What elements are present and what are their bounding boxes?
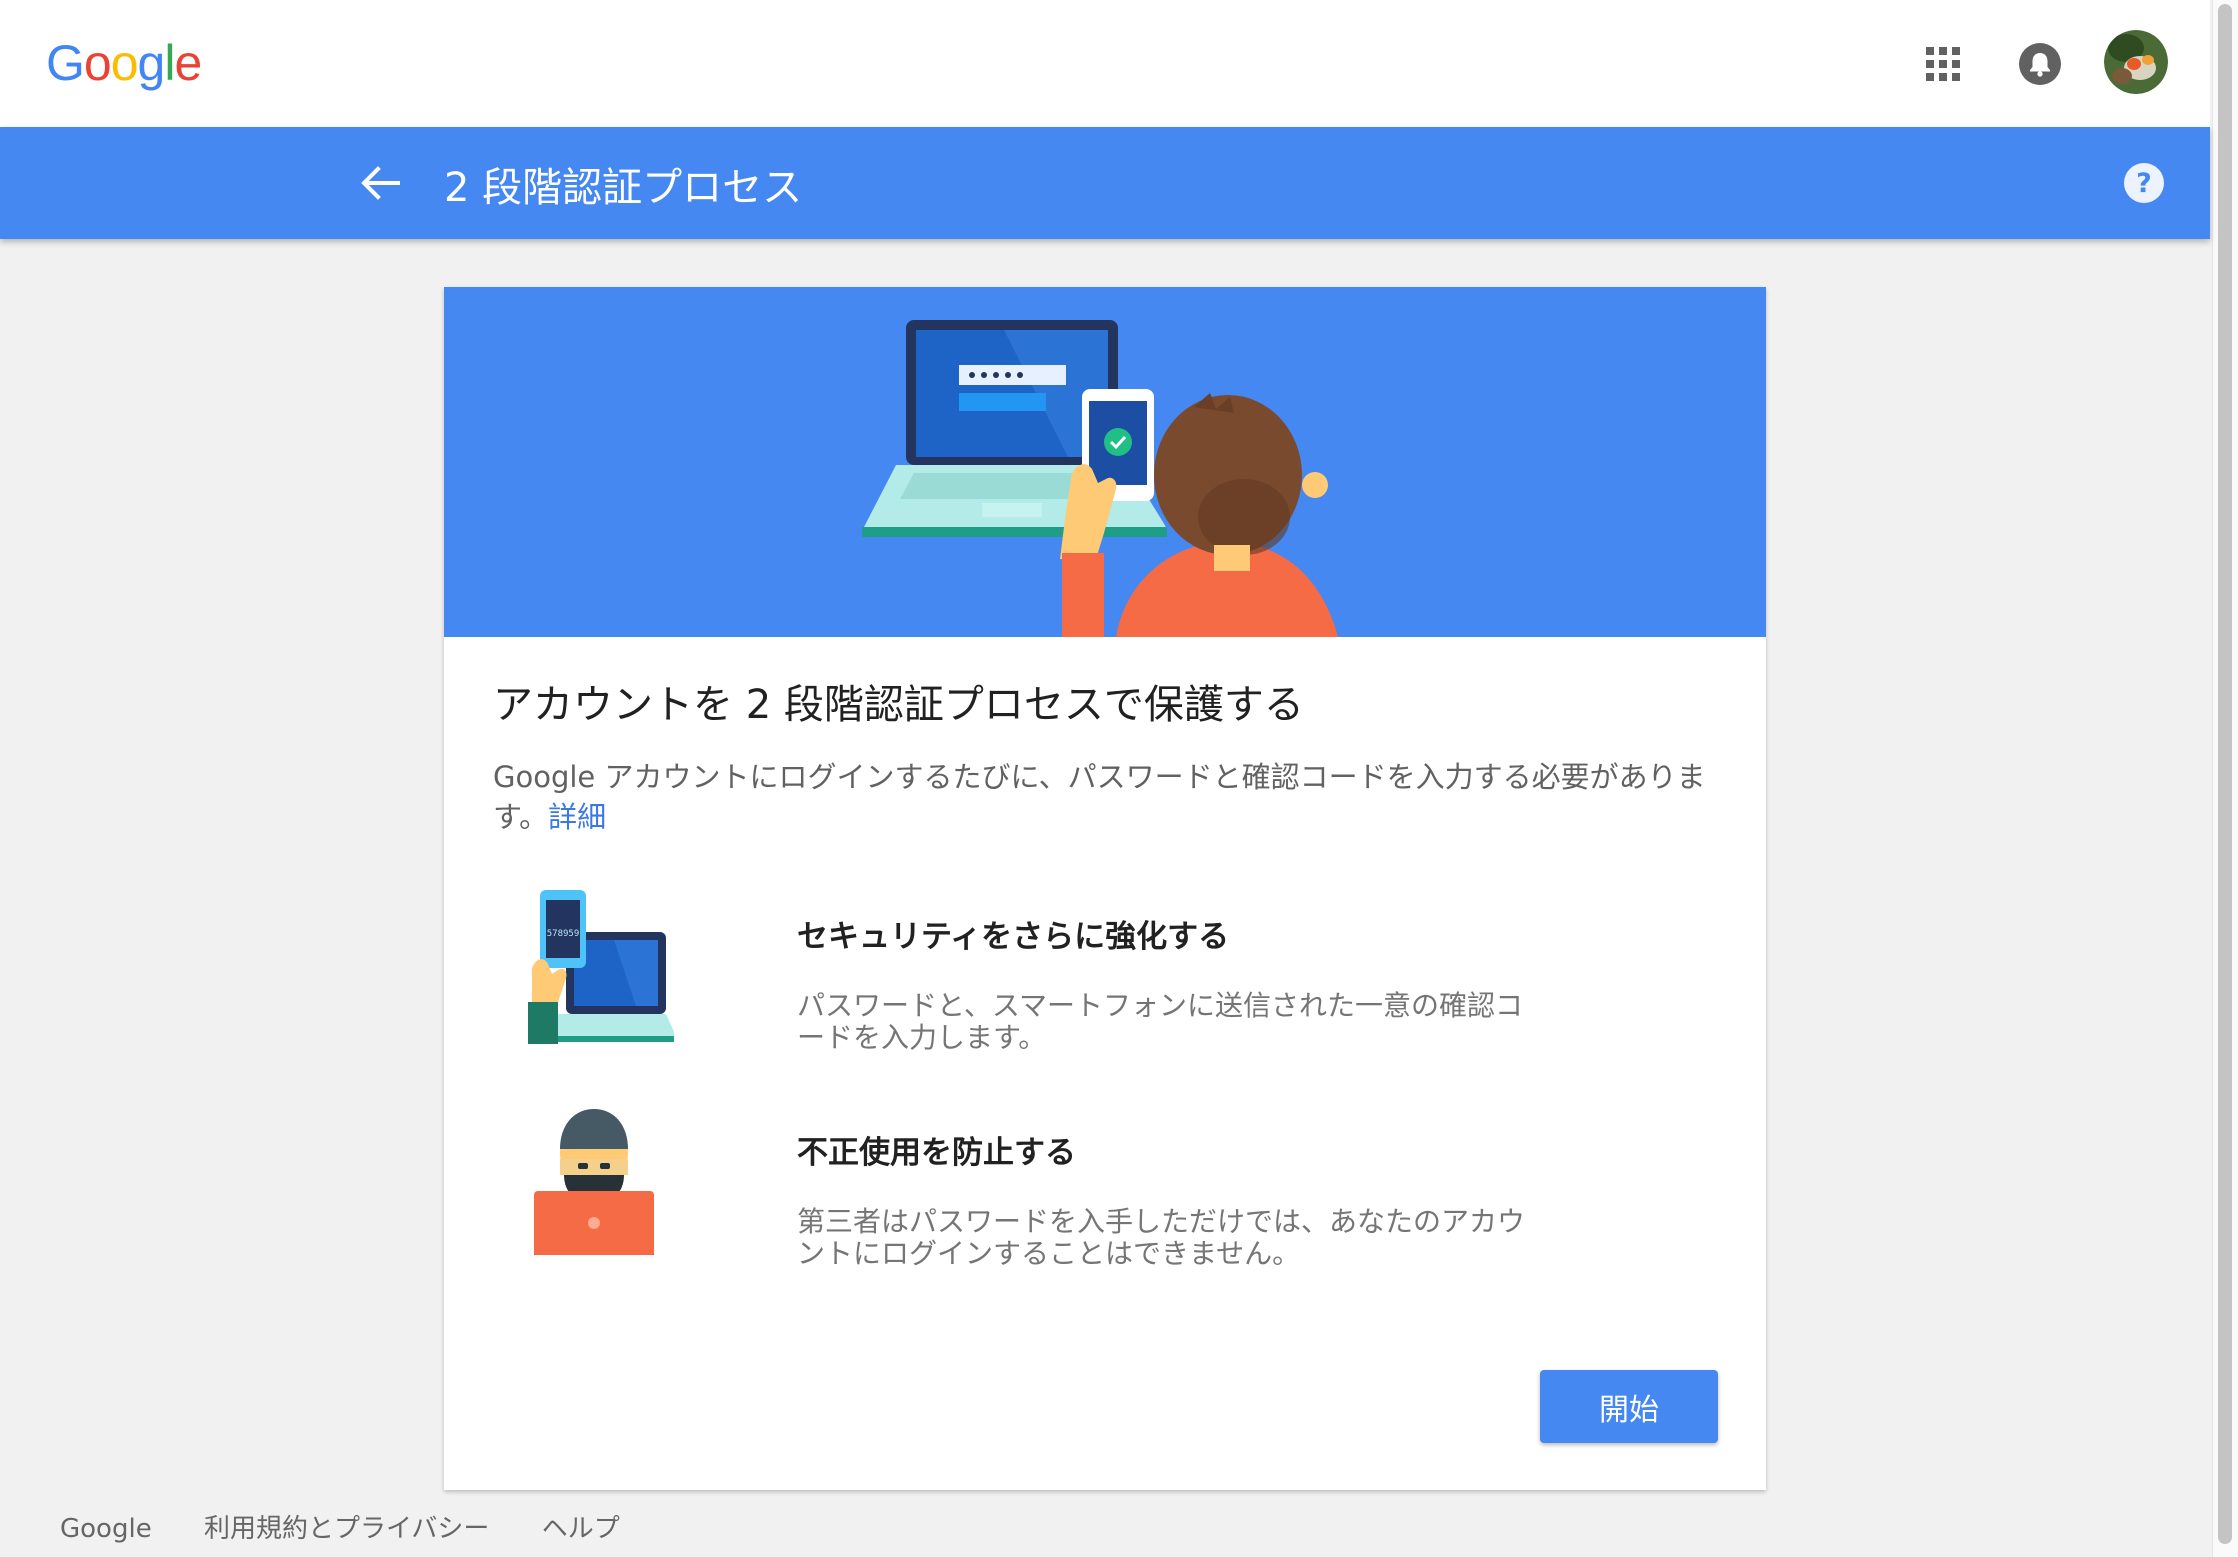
svg-text:?: ? bbox=[2136, 168, 2152, 199]
footer-link-google[interactable]: Google bbox=[60, 1514, 152, 1544]
feature-text-security: パスワードと、スマートフォンに送信された一意の確認コードを入力します。 bbox=[797, 989, 1524, 1054]
learn-more-link[interactable]: 詳細 bbox=[548, 800, 606, 834]
feature-text-prevent-misuse: 第三者はパスワードを入手しただけでは、あなたのアカウントにログインすることはでき… bbox=[797, 1205, 1526, 1270]
scrollbar-thumb[interactable] bbox=[2218, 4, 2232, 1544]
help-circle-icon[interactable]: ? bbox=[2122, 161, 2166, 205]
bell-icon[interactable] bbox=[2018, 42, 2062, 86]
top-app-bar: Google bbox=[0, 0, 2210, 127]
feature-title-security: セキュリティをさらに強化する bbox=[797, 919, 1230, 955]
phone-laptop-illustration: 578959 bbox=[528, 890, 674, 1044]
footer-link-help[interactable]: ヘルプ bbox=[542, 1514, 620, 1544]
card-heading: アカウントを 2 段階認証プロセスで保護する bbox=[493, 682, 1304, 728]
start-button[interactable]: 開始 bbox=[1540, 1370, 1718, 1443]
arrow-back-icon[interactable] bbox=[358, 163, 402, 203]
user-avatar[interactable] bbox=[2104, 30, 2168, 94]
page-title: 2 段階認証プロセス bbox=[444, 165, 803, 211]
footer: Google 利用規約とプライバシー ヘルプ bbox=[60, 1508, 664, 1545]
apps-grid-icon[interactable] bbox=[1925, 46, 1961, 82]
hero-illustration bbox=[444, 287, 1766, 637]
feature-title-prevent-misuse: 不正使用を防止する bbox=[797, 1135, 1076, 1171]
footer-link-terms-privacy[interactable]: 利用規約とプライバシー bbox=[204, 1514, 489, 1544]
card-description: Google アカウントにログインするたびに、パスワードと確認コードを入力する必… bbox=[493, 757, 1723, 837]
title-bar: 2 段階認証プロセス ? bbox=[0, 127, 2210, 239]
two-step-intro-card: アカウントを 2 段階認証プロセスで保護する Google アカウントにログイン… bbox=[444, 287, 1766, 1490]
hacker-illustration bbox=[534, 1109, 654, 1255]
google-logo[interactable]: Google bbox=[46, 34, 202, 92]
description-text: Google アカウントにログインするたびに、パスワードと確認コードを入力する必… bbox=[493, 760, 1706, 834]
verification-code-text: 578959 bbox=[547, 929, 580, 939]
